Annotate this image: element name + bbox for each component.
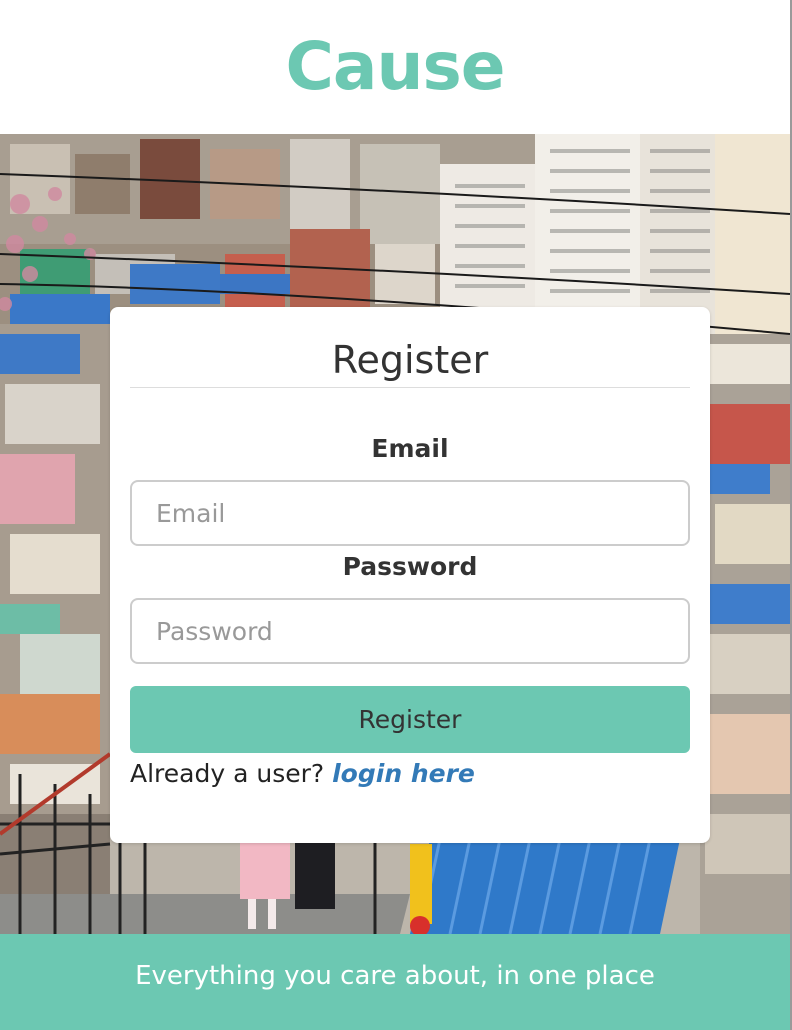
login-prompt-row: Already a user? login here xyxy=(130,757,475,791)
login-link[interactable]: login here xyxy=(332,759,475,788)
site-footer: Everything you care about, in one place xyxy=(0,934,790,1030)
register-title: Register xyxy=(130,333,690,388)
footer-tagline: Everything you care about, in one place xyxy=(135,961,655,991)
register-button[interactable]: Register xyxy=(130,686,690,753)
email-label: Email xyxy=(371,434,449,463)
brand-logo[interactable]: Cause xyxy=(0,22,790,112)
site-header: Cause xyxy=(0,0,790,134)
password-field[interactable] xyxy=(130,598,690,664)
email-field[interactable] xyxy=(130,480,690,546)
login-prompt-text: Already a user? xyxy=(130,759,325,788)
password-label: Password xyxy=(342,552,478,581)
register-card: Register Email Password Register Already… xyxy=(110,307,710,843)
